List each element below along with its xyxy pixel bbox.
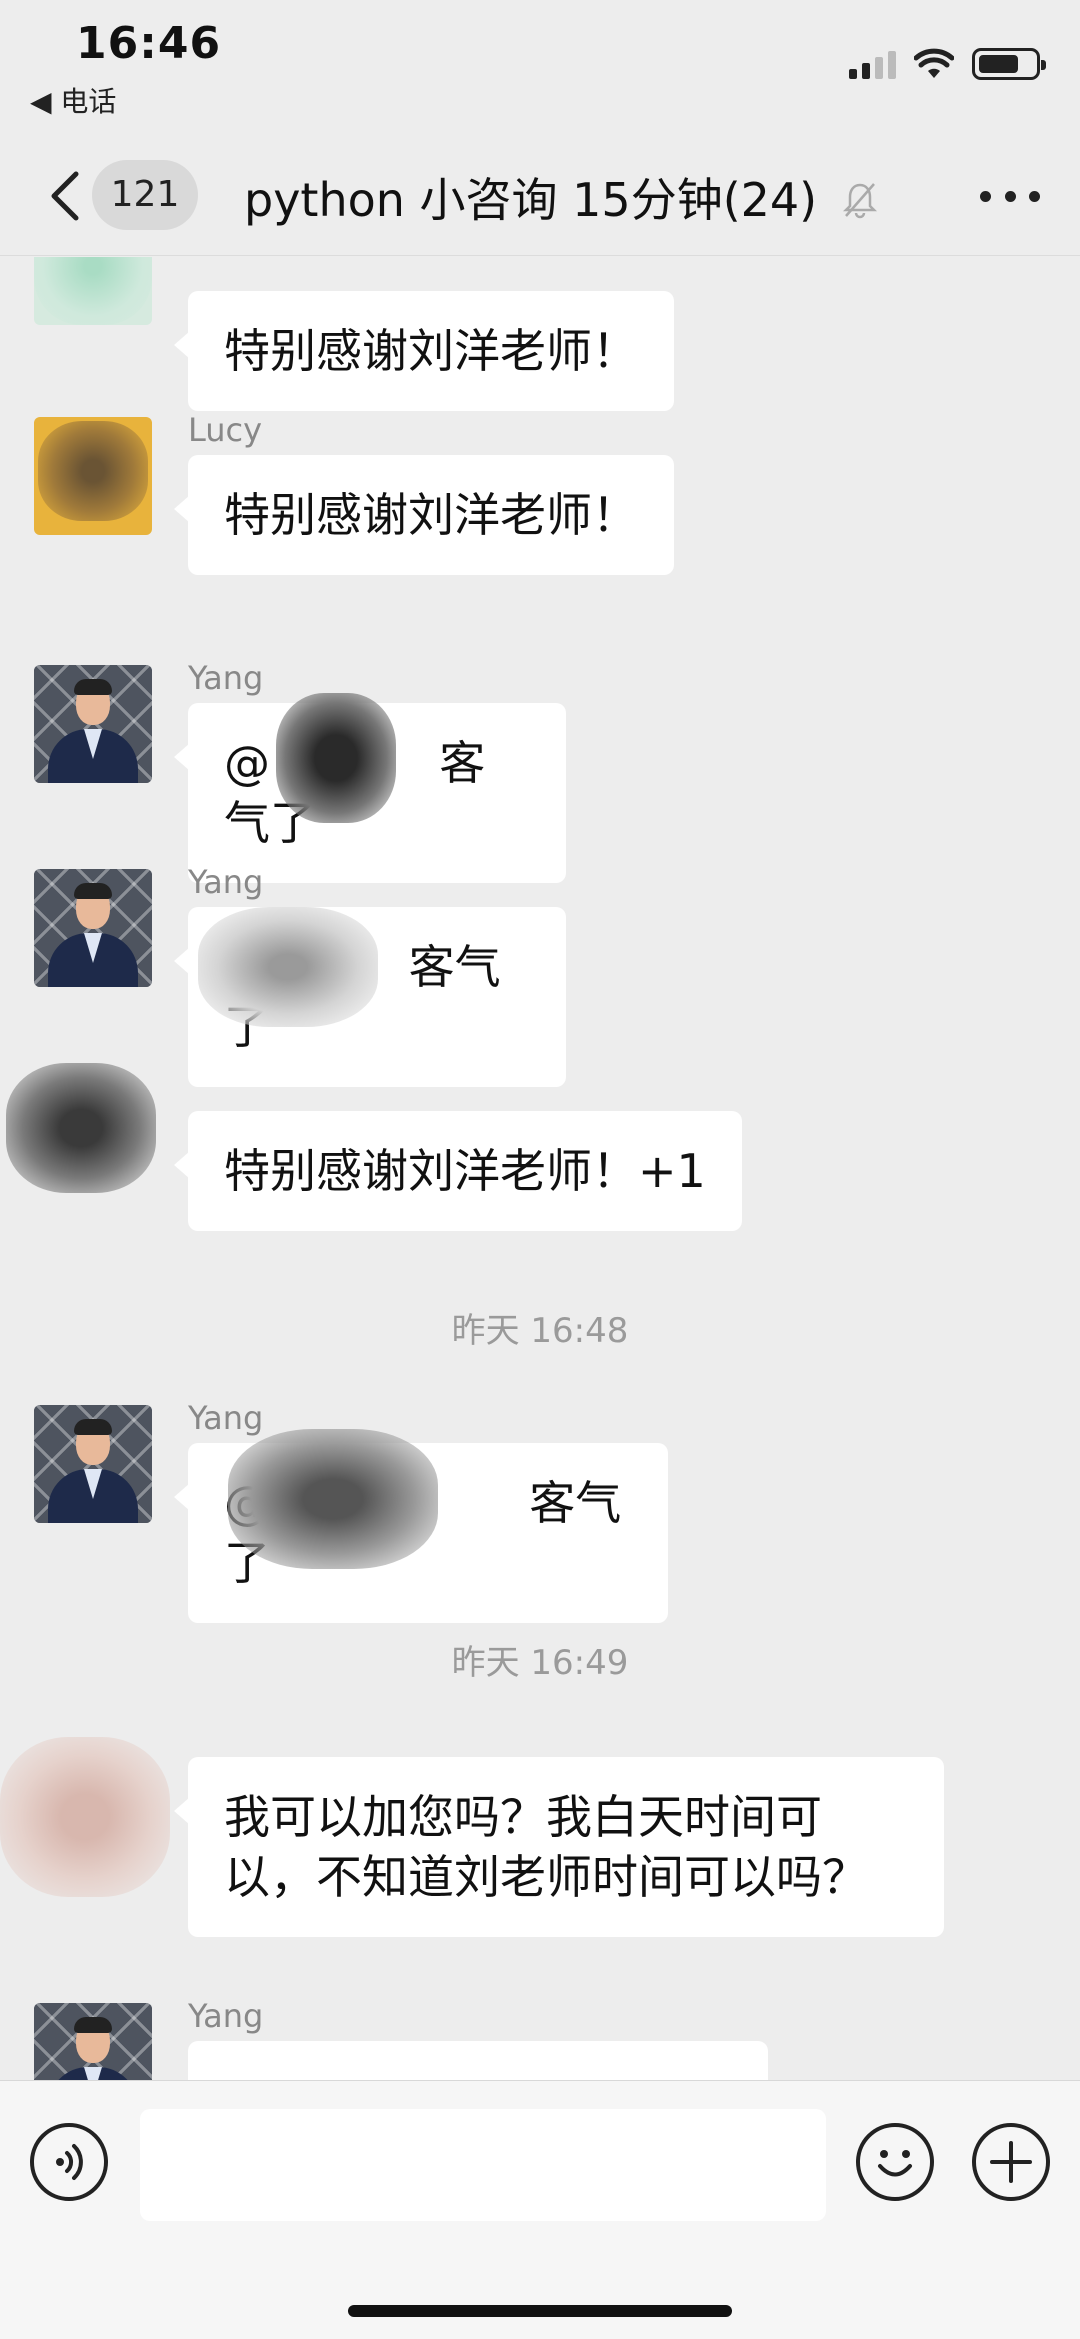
sender-name: Yang bbox=[188, 863, 264, 901]
message-bubble[interactable] bbox=[188, 2041, 768, 2080]
message-text: 特别感谢刘洋老师！ bbox=[224, 324, 638, 378]
back-chevron-icon[interactable] bbox=[44, 166, 94, 226]
muted-bell-icon bbox=[842, 183, 878, 219]
input-bar bbox=[0, 2080, 1080, 2339]
message-text: 客气了 bbox=[224, 940, 501, 1054]
emoji-icon[interactable] bbox=[856, 2123, 934, 2201]
message-bubble[interactable]: 特别感谢刘洋老师！+1 bbox=[174, 1111, 742, 1231]
avatar[interactable] bbox=[34, 2003, 152, 2080]
sender-name: Yang bbox=[188, 1997, 264, 2035]
signal-icon bbox=[849, 49, 896, 79]
chat-title: python 小咨询 15分钟(24) bbox=[244, 173, 818, 227]
message-text: 特别感谢刘洋老师！ bbox=[224, 488, 638, 542]
avatar[interactable] bbox=[6, 1053, 156, 1203]
message-input[interactable] bbox=[140, 2109, 826, 2221]
unread-count-badge[interactable]: 121 bbox=[92, 160, 198, 230]
sender-name: Yang bbox=[188, 659, 264, 697]
avatar[interactable] bbox=[34, 1405, 152, 1523]
return-to-call-link[interactable]: ◀ 电话 bbox=[30, 80, 116, 120]
sender-name: Yang bbox=[188, 1399, 264, 1437]
voice-icon[interactable] bbox=[30, 2123, 108, 2201]
avatar[interactable] bbox=[34, 869, 152, 987]
mention-prefix: @ bbox=[224, 736, 270, 790]
avatar[interactable] bbox=[34, 417, 152, 535]
message-text: 客气了 bbox=[224, 1476, 622, 1590]
mention-prefix: @ bbox=[224, 1476, 270, 1530]
message-bubble[interactable]: 客气了 bbox=[174, 907, 566, 1087]
plus-icon[interactable] bbox=[972, 2123, 1050, 2201]
status-icons bbox=[849, 48, 1046, 80]
battery-icon bbox=[972, 48, 1046, 80]
avatar[interactable] bbox=[0, 1737, 170, 1897]
message-bubble[interactable]: @ 客气了 bbox=[174, 1429, 668, 1623]
message-list[interactable]: 特别感谢刘洋老师！ Lucy 特别感谢刘洋老师！ Yang @ 客气了 Yang bbox=[0, 257, 1080, 2080]
message-text: 特别感谢刘洋老师！+1 bbox=[224, 1144, 706, 1198]
home-indicator[interactable] bbox=[348, 2305, 732, 2317]
status-time: 16:46 bbox=[76, 18, 222, 69]
chat-header: 121 python 小咨询 15分钟(24) bbox=[0, 140, 1080, 256]
timestamp: 昨天 16:48 bbox=[451, 1311, 629, 1351]
avatar[interactable] bbox=[34, 257, 152, 325]
more-icon[interactable] bbox=[980, 184, 1040, 208]
message-bubble[interactable]: 特别感谢刘洋老师！ bbox=[174, 455, 674, 575]
message-bubble[interactable]: @ 客气了 bbox=[174, 693, 566, 883]
timestamp: 昨天 16:49 bbox=[451, 1643, 629, 1683]
message-bubble[interactable]: 我可以加您吗？我白天时间可以，不知道刘老师时间可以吗？ bbox=[174, 1757, 944, 1937]
avatar[interactable] bbox=[34, 665, 152, 783]
status-bar: 16:46 ◀ 电话 bbox=[0, 0, 1080, 140]
sender-name: Lucy bbox=[188, 411, 263, 449]
message-text: 我可以加您吗？我白天时间可以，不知道刘老师时间可以吗？ bbox=[224, 1790, 868, 1904]
message-bubble[interactable]: 特别感谢刘洋老师！ bbox=[174, 291, 674, 411]
wifi-icon bbox=[914, 48, 954, 78]
